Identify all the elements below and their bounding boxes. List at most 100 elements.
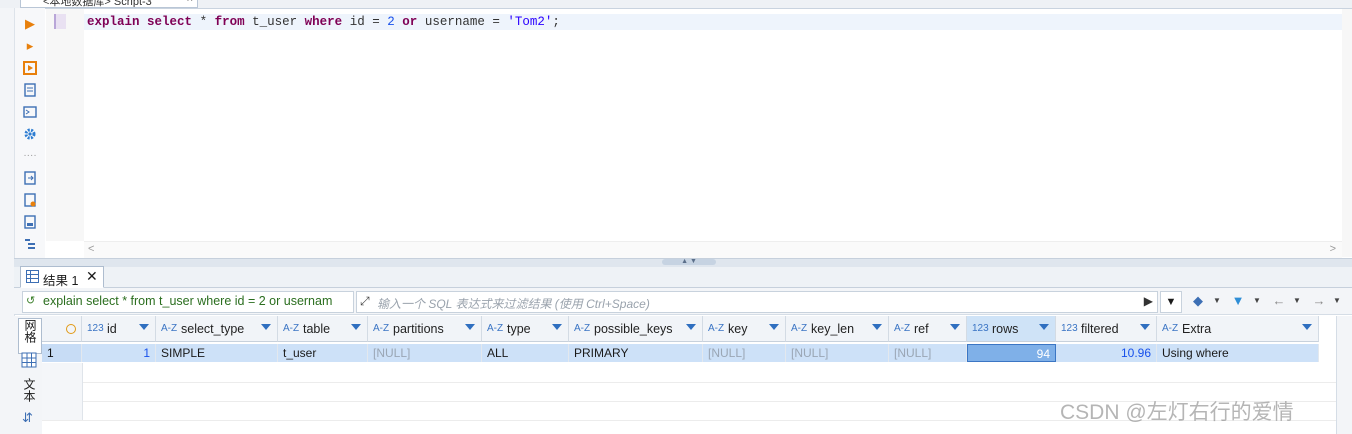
chevron-down-icon[interactable]: ▼ [1252, 292, 1262, 310]
table-cell-selected[interactable]: 94 [967, 344, 1056, 362]
column-header-key[interactable]: A-Z key [703, 316, 786, 342]
column-header-possible_keys[interactable]: A-Z possible_keys [569, 316, 703, 342]
column-menu-dropdown-icon[interactable] [950, 324, 960, 330]
console-icon[interactable] [22, 104, 38, 120]
editor-toolbar: ▶ ▸ ···· [15, 8, 45, 260]
column-menu-dropdown-icon[interactable] [872, 324, 882, 330]
chevron-down-icon[interactable]: ▼ [1292, 292, 1302, 310]
table-cell[interactable]: [NULL] [368, 344, 482, 362]
eraser-icon[interactable]: ◆ [1190, 292, 1206, 310]
sql-identifier: id [349, 15, 365, 29]
scroll-left-icon[interactable]: < [88, 243, 94, 255]
splitter-grip-icon[interactable]: ▲ ▼ [662, 258, 716, 265]
column-header-partitions[interactable]: A-Z partitions [368, 316, 482, 342]
sql-keyword: select [147, 15, 193, 29]
column-menu-dropdown-icon[interactable] [769, 324, 779, 330]
row-number-header[interactable] [42, 316, 82, 342]
column-menu-dropdown-icon[interactable] [1140, 324, 1150, 330]
table-cell[interactable]: t_user [278, 344, 368, 362]
sql-statement[interactable]: explain select * from t_user where id = … [87, 14, 560, 30]
column-header-table[interactable]: A-Z table [278, 316, 368, 342]
column-name: partitions [393, 322, 444, 336]
results-right-panel [1336, 316, 1352, 434]
query-link-icon: ↺ [26, 295, 36, 307]
column-menu-dropdown-icon[interactable] [1039, 324, 1049, 330]
table-cell[interactable]: [NULL] [786, 344, 889, 362]
table-cell[interactable]: 1 [82, 344, 156, 362]
tab-results-1[interactable]: 结果 1 ✕ [20, 266, 104, 288]
row-number[interactable]: 1 [42, 344, 82, 362]
column-menu-dropdown-icon[interactable] [1302, 324, 1312, 330]
table-cell[interactable]: ALL [482, 344, 569, 362]
column-header-select_type[interactable]: A-Z select_type [156, 316, 278, 342]
sql-keyword: where [304, 15, 343, 29]
table-cell[interactable]: SIMPLE [156, 344, 278, 362]
chevron-down-icon[interactable]: ▼ [1332, 292, 1342, 310]
grid-view-icon[interactable] [21, 352, 37, 368]
column-header-type[interactable]: A-Z type [482, 316, 569, 342]
filter-placeholder: 输入一个 SQL 表达式来过滤结果 (使用 Ctrl+Space) [377, 297, 650, 311]
settings-gear-icon[interactable] [22, 126, 38, 142]
column-header-key_len[interactable]: A-Z key_len [786, 316, 889, 342]
column-menu-dropdown-icon[interactable] [686, 324, 696, 330]
sql-keyword: explain [87, 15, 140, 29]
load-file-icon[interactable] [22, 192, 38, 208]
numeric-type-icon: 123 [972, 323, 989, 334]
sql-keyword: from [214, 15, 245, 29]
column-header-id[interactable]: 123 id [82, 316, 156, 342]
expand-filter-icon[interactable]: ⤢ [360, 294, 370, 309]
query-text-display[interactable]: ↺ explain select * from t_user where id … [22, 291, 354, 313]
table-cell[interactable]: PRIMARY [569, 344, 703, 362]
column-header-ref[interactable]: A-Z ref [889, 316, 967, 342]
outline-icon[interactable] [22, 236, 38, 252]
sql-editor[interactable]: explain select * from t_user where id = … [84, 9, 1342, 241]
table-row[interactable]: 1 1 SIMPLE t_user [NULL] ALL PRIMARY [NU… [42, 344, 1319, 362]
tab-grid-view[interactable]: 网格 [18, 318, 42, 354]
editor-tab-close-button[interactable]: × [187, 0, 193, 5]
text-type-icon: A-Z [1162, 323, 1179, 334]
column-header-rows[interactable]: 123 rows [967, 316, 1056, 342]
select-all-circle-icon[interactable] [66, 324, 76, 334]
chevron-down-icon[interactable]: ▼ [1212, 292, 1222, 310]
column-menu-dropdown-icon[interactable] [465, 324, 475, 330]
save-file-icon[interactable] [22, 214, 38, 230]
editor-vertical-scrollbar[interactable] [1342, 9, 1352, 257]
export-icon[interactable] [22, 170, 38, 186]
filter-history-dropdown[interactable]: ▼ [1160, 291, 1182, 313]
text-type-icon: A-Z [487, 323, 504, 334]
column-name: id [107, 322, 117, 336]
apply-filter-icon[interactable]: ▶ [1144, 294, 1153, 308]
results-tab-strip [14, 267, 1352, 288]
column-menu-dropdown-icon[interactable] [552, 324, 562, 330]
filter-funnel-icon[interactable]: ▼ [1230, 292, 1246, 310]
back-arrow-icon[interactable]: ← [1270, 292, 1288, 310]
column-menu-dropdown-icon[interactable] [139, 324, 149, 330]
tab-results-label: 结果 1 [43, 274, 79, 288]
table-cell[interactable]: Using where [1157, 344, 1319, 362]
sql-number: 2 [387, 15, 395, 29]
record-mode-icon[interactable]: ⇵ [22, 410, 33, 426]
column-header-Extra[interactable]: A-Z Extra [1157, 316, 1319, 342]
execute-script-icon[interactable] [22, 60, 38, 76]
column-menu-dropdown-icon[interactable] [261, 324, 271, 330]
grid-view-label: 网格 [23, 319, 37, 343]
editor-tab-script[interactable]: <本地数据库> Script-3 × [20, 0, 198, 8]
explain-plan-icon[interactable] [22, 82, 38, 98]
filter-expression-input[interactable]: ⤢ 输入一个 SQL 表达式来过滤结果 (使用 Ctrl+Space) ▶ [356, 291, 1158, 313]
table-cell[interactable]: [NULL] [889, 344, 967, 362]
tab-text-view[interactable]: 文本 [18, 378, 40, 408]
column-menu-dropdown-icon[interactable] [351, 324, 361, 330]
sql-operator: = [372, 15, 380, 29]
editor-tab-label: <本地数据库> Script-3 [43, 0, 152, 8]
left-side-strip [0, 8, 15, 434]
execute-statement-icon[interactable]: ▶ [22, 16, 38, 32]
forward-arrow-icon[interactable]: → [1310, 292, 1328, 310]
editor-horizontal-scrollbar[interactable]: < > [84, 241, 1342, 258]
table-cell[interactable]: 10.96 [1056, 344, 1157, 362]
column-header-filtered[interactable]: 123 filtered [1056, 316, 1157, 342]
close-tab-icon[interactable]: ✕ [86, 268, 98, 285]
table-cell[interactable]: [NULL] [703, 344, 786, 362]
sql-keyword: or [402, 15, 418, 29]
execute-in-new-tab-icon[interactable]: ▸ [22, 38, 38, 54]
scroll-right-icon[interactable]: > [1330, 243, 1336, 255]
